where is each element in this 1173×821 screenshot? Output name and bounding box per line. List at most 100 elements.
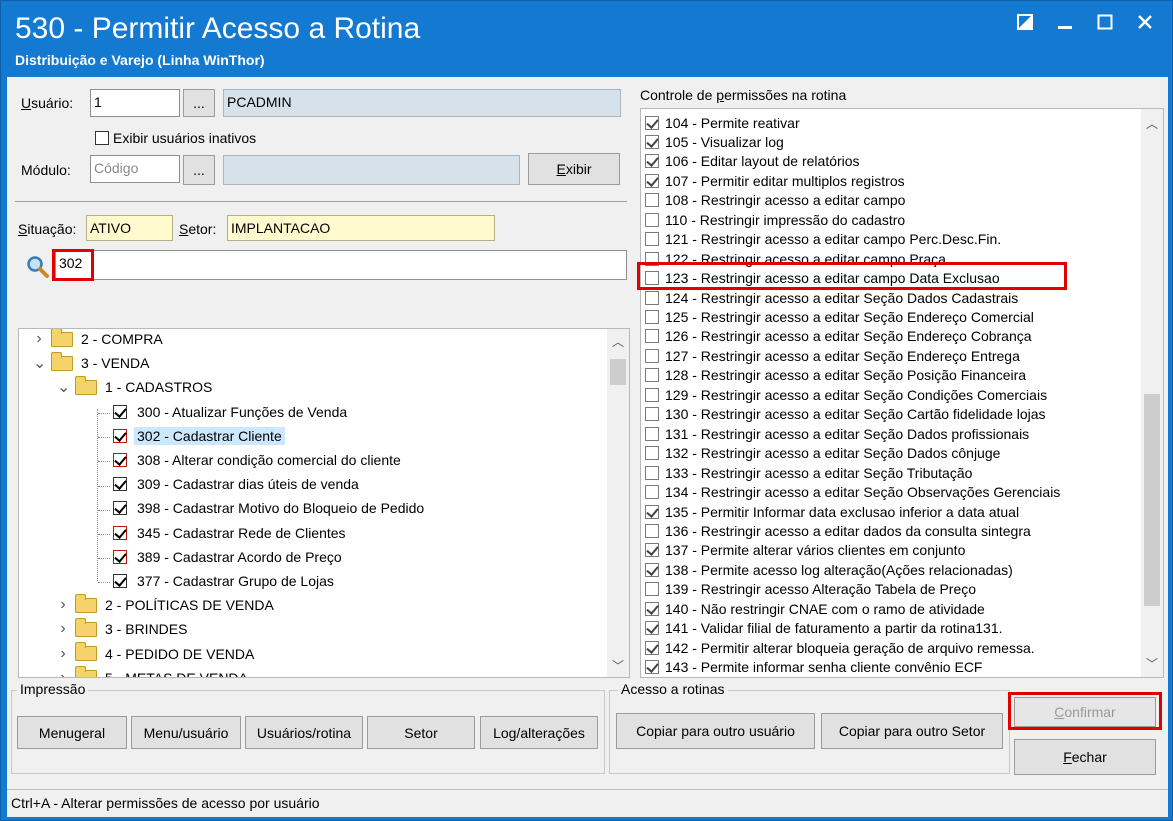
copiar-usuario-button[interactable]: Copiar para outro usuário [616, 713, 815, 749]
routine-checkbox[interactable] [113, 453, 127, 467]
routine-checkbox[interactable] [113, 525, 127, 540]
permissions-list[interactable]: 104 - Permite reativar 105 - Visualizar l… [640, 108, 1164, 678]
routine-checkbox[interactable] [113, 404, 127, 419]
permission-checkbox[interactable] [645, 310, 659, 324]
tree-folder[interactable]: › 2 - COMPRA [33, 329, 163, 351]
permission-item[interactable]: 110 - Restringir impressão do cadastro [645, 210, 905, 229]
chevron-up-icon[interactable]: ︿ [1141, 113, 1163, 133]
chevron-down-icon[interactable]: ﹀ [607, 655, 629, 675]
permission-checkbox[interactable] [645, 348, 659, 363]
permission-checkbox[interactable] [645, 543, 659, 558]
minimize-icon[interactable] [1056, 13, 1074, 31]
routine-checkbox[interactable] [113, 549, 127, 564]
permission-item[interactable]: 105 - Visualizar log [645, 132, 784, 151]
restore-layout-icon[interactable] [1016, 13, 1034, 31]
permission-checkbox[interactable] [645, 621, 659, 636]
tree-folder[interactable]: ⌄ 1 - CADASTROS [57, 375, 212, 399]
permission-item[interactable]: 130 - Restringir acesso a editar Seção C… [645, 405, 1046, 424]
permission-item[interactable]: 108 - Restringir acesso a editar campo [645, 191, 905, 210]
routine-checkbox[interactable] [113, 477, 127, 492]
permission-item[interactable]: 131 - Restringir acesso a editar Seção D… [645, 424, 1029, 443]
chevron-right-icon[interactable]: › [57, 669, 69, 677]
exibir-button[interactable]: Exibir [528, 153, 620, 185]
usuarios-rotina-button[interactable]: Usuários/rotina [245, 716, 363, 749]
maximize-icon[interactable] [1096, 13, 1114, 31]
permission-checkbox[interactable] [645, 582, 659, 597]
chevron-right-icon[interactable]: › [57, 596, 69, 614]
chevron-up-icon[interactable]: ︿ [607, 331, 629, 351]
menu-geral-button[interactable]: Menu g eral [17, 716, 127, 749]
permission-item[interactable]: 137 - Permite alterar vários clientes em… [645, 541, 965, 560]
usuario-lookup-button[interactable]: ... [183, 89, 215, 117]
permission-checkbox[interactable] [645, 562, 659, 577]
permission-checkbox[interactable] [645, 426, 659, 441]
tree-scroll-thumb[interactable] [610, 359, 626, 385]
permission-checkbox[interactable] [645, 232, 659, 247]
permission-checkbox[interactable] [645, 368, 659, 383]
tree-item[interactable]: 309 - Cadastrar dias úteis de venda [113, 472, 359, 496]
routine-checkbox[interactable] [113, 501, 127, 516]
permission-checkbox[interactable] [645, 290, 659, 305]
permission-item[interactable]: 127 - Restringir acesso a editar Seção E… [645, 346, 1020, 365]
permission-item[interactable]: 141 - Validar filial de faturamento a pa… [645, 619, 1003, 638]
tree-folder[interactable]: ⌄ 3 - VENDA [33, 351, 149, 375]
permission-checkbox[interactable] [645, 387, 659, 402]
permission-item[interactable]: 139 - Restringir acesso Alteração Tabela… [645, 580, 976, 599]
tree-item[interactable]: 345 - Cadastrar Rede de Clientes [113, 521, 346, 545]
permission-item[interactable]: 124 - Restringir acesso a editar Seção D… [645, 288, 1018, 307]
tree-folder[interactable]: › 3 - BRINDES [57, 617, 187, 641]
chevron-right-icon[interactable]: › [33, 330, 45, 348]
permission-checkbox[interactable] [645, 173, 659, 188]
permission-checkbox[interactable] [645, 115, 659, 130]
permission-item[interactable]: 104 - Permite reativar [645, 113, 800, 132]
permission-item[interactable]: 136 - Restringir acesso a editar dados d… [645, 521, 1031, 540]
tree-folder[interactable]: › 4 - PEDIDO DE VENDA [57, 642, 254, 666]
permission-item[interactable]: 126 - Restringir acesso a editar Seção E… [645, 327, 1032, 346]
permission-checkbox[interactable] [645, 154, 659, 169]
permission-item[interactable]: 129 - Restringir acesso a editar Seção C… [645, 385, 1047, 404]
permission-checkbox[interactable] [645, 465, 659, 480]
tree-folder[interactable]: › 2 - POLÍTICAS DE VENDA [57, 593, 274, 617]
permission-checkbox[interactable] [645, 660, 659, 675]
inativos-row[interactable]: Exibir usuários inativos [95, 130, 256, 146]
routine-tree[interactable]: › 2 - COMPRA ⌄ 3 - VENDA ⌄ 1 - CADASTROS 300 -… [18, 328, 630, 678]
fechar-button[interactable]: Fechar [1014, 739, 1156, 775]
chevron-down-icon[interactable]: ⌄ [57, 377, 70, 397]
tree-item[interactable]: 389 - Cadastrar Acordo de Preço [113, 545, 342, 569]
permissions-scroll-thumb[interactable] [1144, 394, 1160, 606]
permission-item[interactable]: 142 - Permitir alterar bloqueia geração … [645, 638, 1035, 657]
permission-checkbox[interactable] [645, 523, 659, 538]
routine-checkbox[interactable] [113, 574, 127, 588]
permissions-scrollbar[interactable]: ︿ ﹀ [1141, 109, 1163, 677]
permission-checkbox[interactable] [645, 329, 659, 344]
permission-checkbox[interactable] [645, 485, 659, 500]
permission-item[interactable]: 128 - Restringir acesso a editar Seção P… [645, 366, 1026, 385]
tree-item[interactable]: 308 - Alterar condição comercial do clie… [113, 448, 401, 472]
inativos-checkbox[interactable] [95, 131, 109, 145]
permission-checkbox[interactable] [645, 212, 659, 227]
permission-item[interactable]: 143 - Permite informar senha cliente con… [645, 658, 982, 677]
tree-item[interactable]: 398 - Cadastrar Motivo do Bloqueio de Pe… [113, 496, 424, 520]
tree-item[interactable]: 302 - Cadastrar Cliente [113, 424, 285, 448]
permission-checkbox[interactable] [645, 640, 659, 655]
permission-checkbox[interactable] [645, 407, 659, 422]
permission-item[interactable]: 134 - Restringir acesso a editar Seção O… [645, 483, 1060, 502]
permission-item[interactable]: 138 - Permite acesso log alteração(Ações… [645, 560, 1013, 579]
routine-checkbox[interactable] [113, 428, 127, 443]
search-input[interactable]: 302 [55, 250, 627, 280]
tree-folder[interactable]: › 5 - METAS DE VENDA [57, 666, 248, 677]
permission-item[interactable]: 125 - Restringir acesso a editar Seção E… [645, 308, 1034, 327]
permission-item[interactable]: 133 - Restringir acesso a editar Seção T… [645, 463, 972, 482]
chevron-down-icon[interactable]: ⌄ [33, 353, 46, 373]
chevron-right-icon[interactable]: › [57, 620, 69, 638]
permission-item[interactable]: 106 - Editar layout de relatórios [645, 152, 860, 171]
tree-item[interactable]: 377 - Cadastrar Grupo de Lojas [113, 569, 334, 593]
chevron-right-icon[interactable]: › [57, 645, 69, 663]
copiar-setor-button[interactable]: Copiar para outro Setor [821, 713, 1003, 749]
close-icon[interactable] [1136, 13, 1154, 31]
usuario-code-input[interactable]: 1 [90, 89, 180, 117]
modulo-code-input[interactable]: Código [90, 155, 180, 183]
permission-item[interactable]: 121 - Restringir acesso a editar campo P… [645, 230, 1001, 249]
permission-item[interactable]: 107 - Permitir editar multiplos registro… [645, 171, 905, 190]
permission-item[interactable]: 135 - Permitir Informar data exclusao in… [645, 502, 1019, 521]
